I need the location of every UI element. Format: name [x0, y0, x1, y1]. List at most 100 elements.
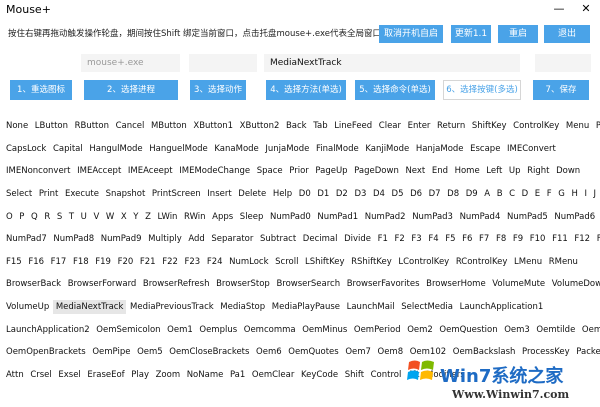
key-option[interactable]: V	[90, 210, 102, 224]
key-option[interactable]: Up	[506, 164, 524, 178]
key-option[interactable]: Crsel	[27, 368, 54, 382]
key-option[interactable]: XButton1	[190, 119, 236, 133]
key-option[interactable]: A	[481, 187, 493, 201]
key-option[interactable]: H	[568, 187, 580, 201]
key-option[interactable]: Oem5	[134, 345, 166, 359]
key-option[interactable]: G	[555, 187, 568, 201]
command-input[interactable]: MediaNextTrack	[264, 54, 520, 72]
key-option[interactable]: F24	[204, 255, 226, 269]
key-option[interactable]: D9	[463, 187, 481, 201]
key-option[interactable]: Home	[452, 164, 483, 178]
key-option[interactable]: W	[103, 210, 117, 224]
step-button-5[interactable]: 5、选择命令(单选)	[355, 80, 435, 100]
key-option[interactable]: D2	[333, 187, 351, 201]
extra-input[interactable]	[535, 54, 591, 72]
key-option[interactable]: F6	[459, 232, 475, 246]
key-option[interactable]: Space	[254, 164, 286, 178]
key-option[interactable]: NumPad0	[267, 210, 314, 224]
step-button-6[interactable]: 6、选择按键(多选)	[443, 80, 521, 100]
key-option[interactable]: U	[78, 210, 90, 224]
key-option[interactable]: O	[3, 210, 16, 224]
key-option[interactable]: D4	[370, 187, 388, 201]
key-option[interactable]: D6	[407, 187, 425, 201]
key-option[interactable]: BrowserBack	[3, 277, 64, 291]
key-option[interactable]: F	[544, 187, 555, 201]
key-option[interactable]: F15	[3, 255, 25, 269]
key-option[interactable]: D	[519, 187, 532, 201]
key-option[interactable]: IMEConvert	[504, 142, 559, 156]
key-option[interactable]: Subtract	[257, 232, 299, 246]
key-option[interactable]: MediaPlayPause	[269, 300, 343, 314]
update-button[interactable]: 更新1.1	[451, 25, 491, 43]
step-button-2[interactable]: 2、选择进程	[84, 80, 178, 100]
key-option[interactable]: OemClear	[249, 368, 297, 382]
key-option[interactable]: Snapshot	[103, 187, 149, 201]
key-option[interactable]: F13	[594, 232, 600, 246]
key-option[interactable]: F12	[571, 232, 593, 246]
key-option[interactable]: C	[506, 187, 518, 201]
key-option[interactable]: HanguelMode	[146, 142, 211, 156]
key-option[interactable]: T	[66, 210, 77, 224]
key-option[interactable]: F23	[182, 255, 204, 269]
key-option[interactable]: LWin	[155, 210, 181, 224]
key-option[interactable]: Select	[3, 187, 35, 201]
key-option[interactable]: Insert	[204, 187, 234, 201]
key-option[interactable]: F21	[137, 255, 159, 269]
key-option[interactable]: IMEAccept	[74, 164, 124, 178]
minimize-button[interactable]: —	[548, 0, 570, 18]
key-option[interactable]: NumPad2	[362, 210, 409, 224]
restart-button[interactable]: 重启	[498, 25, 538, 43]
key-option[interactable]: Return	[434, 119, 468, 133]
key-option[interactable]: XButton2	[237, 119, 283, 133]
key-option[interactable]: D0	[296, 187, 314, 201]
key-option[interactable]: Decimal	[300, 232, 341, 246]
key-option[interactable]: NumPad1	[314, 210, 361, 224]
key-option[interactable]: Help	[270, 187, 295, 201]
key-option[interactable]: LControlKey	[395, 255, 452, 269]
key-option[interactable]: F4	[425, 232, 441, 246]
key-option[interactable]: Oem1	[164, 323, 196, 337]
key-option[interactable]: S	[54, 210, 65, 224]
key-option[interactable]: KeyCode	[298, 368, 341, 382]
key-option[interactable]: Oem7	[342, 345, 374, 359]
key-option[interactable]: OemQuestion	[436, 323, 500, 337]
key-option[interactable]: MediaNextTrack	[52, 300, 127, 315]
key-option[interactable]: Oem3	[501, 323, 533, 337]
key-option[interactable]: Capital	[50, 142, 86, 156]
key-option[interactable]: R	[41, 210, 53, 224]
key-option[interactable]: LaunchApplication1	[457, 300, 547, 314]
key-option[interactable]: LMenu	[511, 255, 545, 269]
autostart-toggle-button[interactable]: 取消开机自启	[379, 25, 443, 43]
key-option[interactable]: BrowserFavorites	[344, 277, 423, 291]
key-option[interactable]: Escape	[467, 142, 503, 156]
close-button[interactable]: ✕	[575, 0, 597, 18]
key-option[interactable]: OemCloseBrackets	[166, 345, 252, 359]
key-option[interactable]: F8	[493, 232, 509, 246]
key-option[interactable]: Oemtilde	[533, 323, 578, 337]
key-option[interactable]: Scroll	[272, 255, 301, 269]
key-option[interactable]: Exsel	[55, 368, 83, 382]
key-option[interactable]: F9	[510, 232, 526, 246]
step-button-7[interactable]: 7、保存	[533, 80, 589, 100]
key-option[interactable]: OemQuotes	[285, 345, 341, 359]
key-option[interactable]: RMenu	[546, 255, 581, 269]
key-option[interactable]: HanjaMode	[413, 142, 467, 156]
key-option[interactable]: MediaPreviousTrack	[127, 300, 217, 314]
key-option[interactable]: Prior	[286, 164, 312, 178]
key-option[interactable]: NumPad8	[50, 232, 97, 246]
key-option[interactable]: BrowserStop	[213, 277, 273, 291]
key-option[interactable]: Separator	[208, 232, 256, 246]
key-option[interactable]: VolumeMute	[489, 277, 548, 291]
key-option[interactable]: F18	[70, 255, 92, 269]
key-option[interactable]: RWin	[181, 210, 209, 224]
step-button-3[interactable]: 3、选择动作	[190, 80, 246, 100]
key-option[interactable]: LineFeed	[331, 119, 375, 133]
key-option[interactable]: Sleep	[237, 210, 267, 224]
key-option[interactable]: Down	[553, 164, 583, 178]
key-option[interactable]: NumLock	[226, 255, 271, 269]
key-option[interactable]: D7	[426, 187, 444, 201]
key-option[interactable]: F16	[25, 255, 47, 269]
key-option[interactable]: F5	[442, 232, 458, 246]
key-option[interactable]: OemSemicolon	[93, 323, 163, 337]
key-option[interactable]: Add	[185, 232, 207, 246]
